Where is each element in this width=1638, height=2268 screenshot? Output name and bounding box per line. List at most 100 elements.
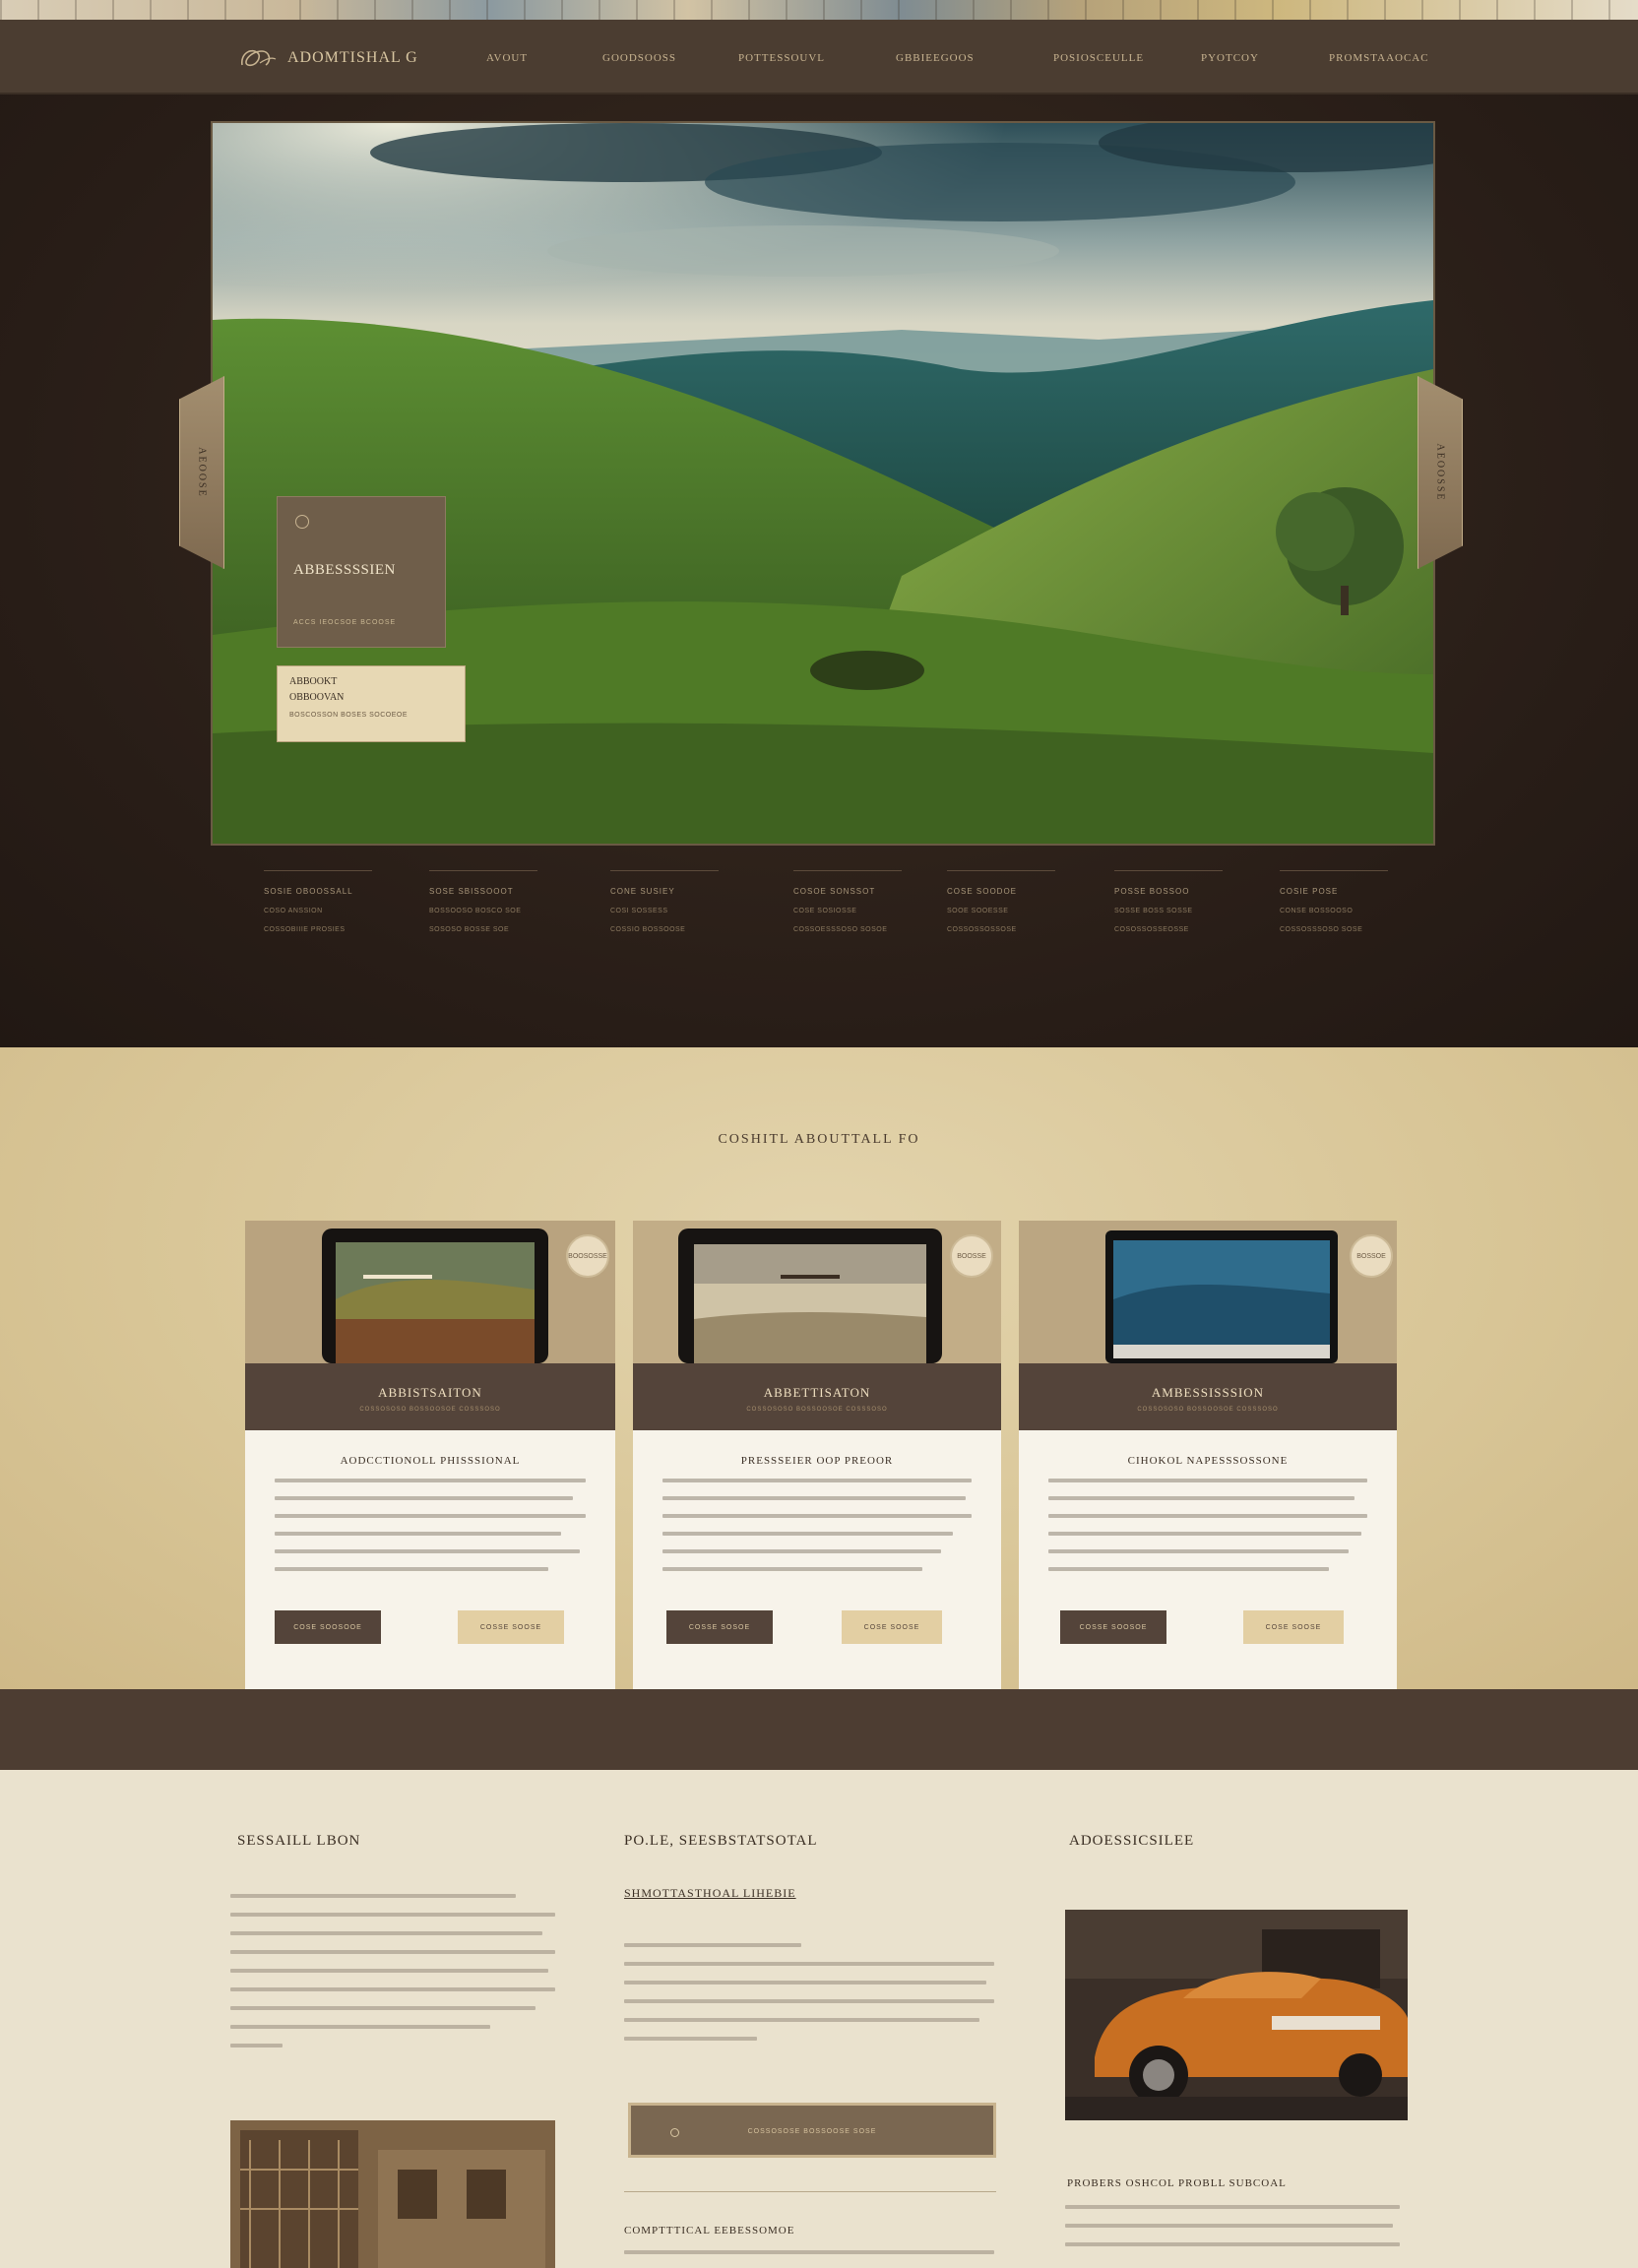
feature-card: BOSSOE AMBESSISSSION COSSOSOSO BOSSOOSOE… [1019, 1221, 1397, 1689]
hero-caption-card: ABBESSSSIEN ACCS IEOCSOE BCOOSE [277, 496, 446, 648]
card-secondary-button[interactable]: COSE SOOSE [842, 1610, 942, 1644]
card-band-subtitle: COSSOSOSO BOSSOOSOE COSSSOSO [1137, 1407, 1279, 1413]
info-heading: SOSIE OBOOSSALL [264, 887, 353, 896]
info-text: COSOSSOSSEOSSE [1114, 926, 1189, 933]
logo-script-icon [241, 49, 277, 67]
card-heading: CIHOKOL NAPESSSOSSONE [1127, 1455, 1289, 1467]
hero-info-line-1: ABBOOKT [289, 676, 338, 687]
side-tab-left-label: AEOOSE [196, 447, 208, 498]
hero-card-title: ABBESSSSIEN [293, 562, 396, 578]
hero-section: AEOOSE AEOOSSE ABBESSSSIEN ACCS IEOCSOE … [0, 94, 1638, 1095]
info-text: COSSIO BOSSOOSE [610, 926, 686, 933]
divider-band [0, 1689, 1638, 1770]
card-title-band: ABBISTSAITON COSSOSOSO BOSSOOSOE COSSSOS… [245, 1363, 615, 1430]
card-badge: BOSSOE [1350, 1234, 1393, 1278]
info-column: SOSIE OBOOSSALL COSO ANSSION COSSOBIIIE … [264, 870, 372, 945]
nav-item-services[interactable]: GOODSOOSS [602, 52, 676, 64]
nav-item-contact[interactable]: PROMSTAAOCAC [1329, 52, 1429, 64]
column-1-text [230, 1894, 555, 2062]
slider-prev-tab[interactable]: AEOOSE [179, 376, 224, 569]
column-3-subtitle: PROBERS OSHCOL PROBLL SUBCOAL [1067, 2177, 1287, 2189]
column-2-footer-text [624, 2250, 994, 2268]
card-secondary-button[interactable]: COSSE SOOSE [458, 1610, 564, 1644]
info-heading: SOSE SBISSOOOT [429, 887, 514, 896]
card-body-text [1048, 1479, 1367, 1585]
column-3-text [1065, 2205, 1400, 2261]
about-section: COSHITL ABOUTTALL FO BOOSOSSE ABBISTSAIT… [0, 1047, 1638, 1689]
info-heading: POSSE BOSSOO [1114, 887, 1190, 896]
info-text: COSSOSSOSSOSE [947, 926, 1017, 933]
hero-card-subtitle: ACCS IEOCSOE BCOOSE [293, 619, 397, 626]
column-2-title: PO.LE, SEESBSTATSOTAL [624, 1833, 818, 1849]
side-tab-right-label: AEOOSSE [1434, 443, 1446, 502]
card-band-title: ABBISTSAITON [378, 1385, 482, 1400]
card-title-band: AMBESSISSSION COSSOSOSO BOSSOOSOE COSSSO… [1019, 1363, 1397, 1430]
card-image-monitor: BOSSOE [1019, 1221, 1397, 1363]
info-column: POSSE BOSSOO SOSSE BOSS SOSSE COSOSSOSSE… [1114, 870, 1223, 945]
feature-card: BOOSOSSE ABBISTSAITON COSSOSOSO BOSSOOSO… [245, 1221, 615, 1689]
nav-item-gallery[interactable]: GBBIEEGOOS [896, 52, 975, 64]
hero-info-line-2: OBBOOVAN [289, 692, 345, 703]
nav-item-projects[interactable]: POSIOSCEULLE [1053, 52, 1144, 64]
nav-item-portfolio[interactable]: POTTESSOUVL [738, 52, 825, 64]
info-column: COSIE POSE CONSE BOSSOOSO COSSOSSSOSO SO… [1280, 870, 1388, 945]
card-band-title: AMBESSISSSION [1151, 1385, 1265, 1400]
card-badge: BOOSSE [950, 1234, 993, 1278]
column-2-subtitle[interactable]: SHMOTTASTHOAL LIHEBIE [624, 1886, 796, 1901]
info-text: COSI SOSSESS [610, 908, 668, 914]
card-image-tablet: BOOSSE [633, 1221, 1001, 1363]
info-text: COSO ANSSION [264, 908, 323, 914]
slider-next-tab[interactable]: AEOOSSE [1418, 376, 1463, 569]
card-title-band: ABBETTISATON COSSOSOSO BOSSOOSOE COSSSOS… [633, 1363, 1001, 1430]
info-text: COSSOESSSOSO SOSOE [793, 926, 888, 933]
column-3-car-photo [1065, 1910, 1408, 2120]
card-primary-button[interactable]: COSE SOOSOOE [275, 1610, 381, 1644]
card-band-subtitle: COSSOSOSO BOSSOOSOE COSSSOSO [359, 1407, 501, 1413]
card-secondary-button[interactable]: COSE SOOSE [1243, 1610, 1344, 1644]
info-text: SOOE SOOESSE [947, 908, 1009, 914]
card-heading: AODCCTIONOLL PHISSSIONAL [340, 1455, 521, 1467]
info-heading: CONE SUSIEY [610, 887, 675, 896]
column-3-title: ADOESSICSILEE [1069, 1833, 1195, 1849]
info-column: SOSE SBISSOOOT BOSSOOSO BOSCO SOE SOSOSO… [429, 870, 537, 945]
info-column: CONE SUSIEY COSI SOSSESS COSSIO BOSSOOSE [610, 870, 719, 945]
logo-text: ADOMTISHAL G [287, 49, 418, 66]
bottom-section: SESSAILL LBON PO.LE, SEESBSTATSOTAL SHMO… [0, 1770, 1638, 2268]
card-image-tablet: BOOSOSSE [245, 1221, 615, 1363]
circle-icon [295, 515, 309, 529]
card-band-subtitle: COSSOSOSO BOSSOOSOE COSSSOSO [746, 1407, 888, 1413]
column-2-text [624, 1943, 994, 2055]
hero-info-line-3: BOSCOSSON BOSES SOCOEOE [289, 712, 409, 719]
info-text: COSSOBIIIE PROSIES [264, 926, 346, 933]
card-primary-button[interactable]: COSSE SOOSOE [1060, 1610, 1166, 1644]
info-text: BOSSOOSO BOSCO SOE [429, 908, 522, 914]
column-2-footer-heading: COMPTTTICAL EEBESSOMOE [624, 2225, 795, 2236]
info-column: COSE SOODOE SOOE SOOESSE COSSOSSOSSOSE [947, 870, 1055, 945]
info-text: SOSOSO BOSSE SOE [429, 926, 510, 933]
card-body-text [662, 1479, 972, 1585]
site-logo[interactable]: ADOMTISHAL G [236, 43, 418, 73]
info-column: COSOE SONSSOT COSE SOSIOSSE COSSOESSSOSO… [793, 870, 902, 945]
cta-label: COSSOSOSE BOSSOOSE SOSE [747, 2128, 877, 2135]
column-2-cta-bar[interactable]: COSSOSOSE BOSSOOSE SOSE [628, 2103, 996, 2158]
info-heading: COSIE POSE [1280, 887, 1339, 896]
feature-card: BOOSSE ABBETTISATON COSSOSOSO BOSSOOSOE … [633, 1221, 1001, 1689]
info-text: COSE SOSIOSSE [793, 908, 857, 914]
hero-info-card[interactable]: ABBOOKT OBBOOVAN BOSCOSSON BOSES SOCOEOE [277, 665, 466, 742]
card-badge: BOOSOSSE [566, 1234, 609, 1278]
divider-line [624, 2191, 996, 2192]
info-heading: COSOE SONSSOT [793, 887, 876, 896]
info-text: SOSSE BOSS SOSSE [1114, 908, 1193, 914]
card-band-title: ABBETTISATON [763, 1385, 871, 1400]
info-heading: COSE SOODOE [947, 887, 1018, 896]
nav-item-about[interactable]: AVOUT [486, 52, 528, 64]
nav-item-pricing[interactable]: PYOTCOY [1201, 52, 1259, 64]
column-1-title: SESSAILL LBON [237, 1833, 361, 1849]
card-primary-button[interactable]: COSSE SOSOE [666, 1610, 773, 1644]
top-navigation-bar: ADOMTISHAL G AVOUT GOODSOOSS POTTESSOUVL… [0, 20, 1638, 94]
top-image-strip [0, 0, 1638, 20]
info-text: CONSE BOSSOOSO [1280, 908, 1354, 914]
card-body-text [275, 1479, 586, 1585]
info-text: COSSOSSSOSO SOSE [1280, 926, 1363, 933]
column-1-photo [230, 2120, 555, 2268]
